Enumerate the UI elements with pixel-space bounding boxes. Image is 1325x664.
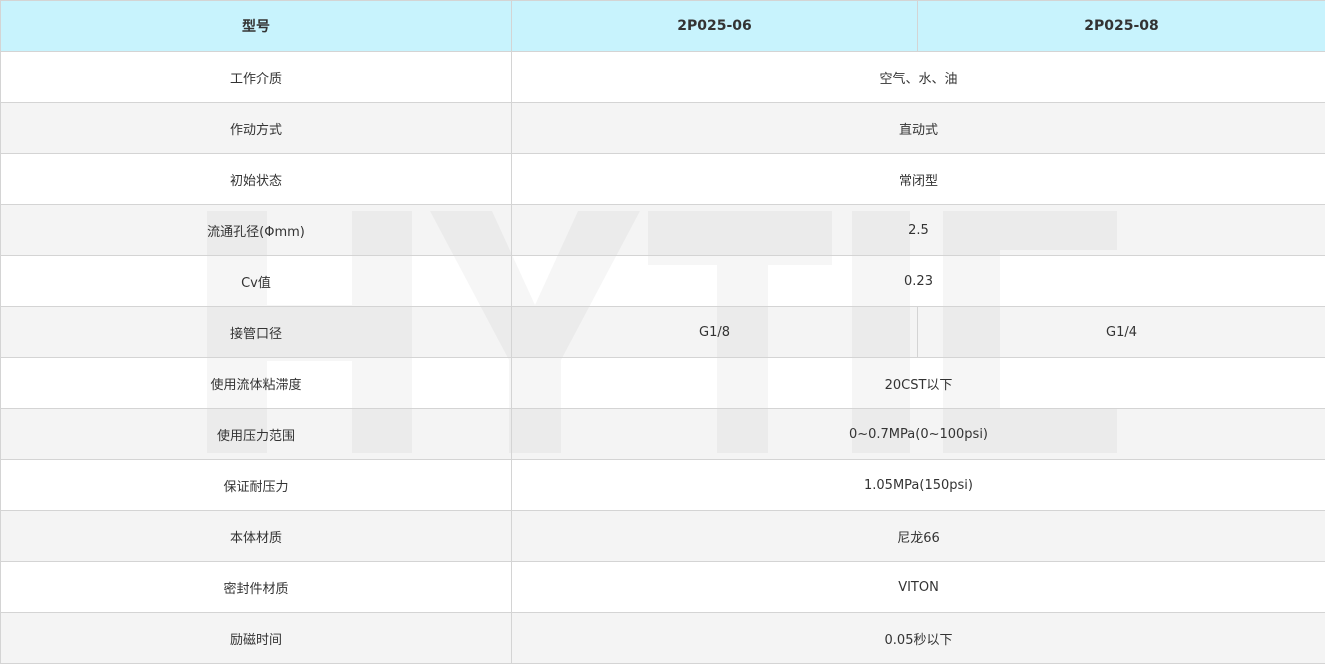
row-label: 密封件材质 bbox=[0, 561, 512, 613]
header-label-cell: 型号 bbox=[0, 0, 512, 52]
row-value: 0~0.7MPa(0~100psi) bbox=[511, 408, 1325, 460]
spec-page: 型号 2P025-06 2P025-08 工作介质 空气、水、油 作动方式 直动… bbox=[0, 0, 1325, 664]
table-row: 作动方式 直动式 bbox=[0, 102, 1325, 154]
row-value: 20CST以下 bbox=[511, 357, 1325, 409]
row-value-model-06: G1/8 bbox=[511, 306, 918, 358]
row-value: VITON bbox=[511, 561, 1325, 613]
table-row: 工作介质 空气、水、油 bbox=[0, 51, 1325, 103]
row-label: 励磁时间 bbox=[0, 612, 512, 664]
spec-table: 型号 2P025-06 2P025-08 工作介质 空气、水、油 作动方式 直动… bbox=[0, 0, 1325, 664]
row-value: 常闭型 bbox=[511, 153, 1325, 205]
table-row: 本体材质 尼龙66 bbox=[0, 510, 1325, 562]
table-row: 初始状态 常闭型 bbox=[0, 153, 1325, 205]
header-model-cell: 2P025-06 bbox=[511, 0, 918, 52]
table-row: 保证耐压力 1.05MPa(150psi) bbox=[0, 459, 1325, 511]
row-value: 0.05秒以下 bbox=[511, 612, 1325, 664]
row-label: 作动方式 bbox=[0, 102, 512, 154]
row-value: 0.23 bbox=[511, 255, 1325, 307]
table-row: 使用流体粘滞度 20CST以下 bbox=[0, 357, 1325, 409]
row-label: 接管口径 bbox=[0, 306, 512, 358]
row-value-model-08: G1/4 bbox=[917, 306, 1325, 358]
row-value: 直动式 bbox=[511, 102, 1325, 154]
table-row: 使用压力范围 0~0.7MPa(0~100psi) bbox=[0, 408, 1325, 460]
row-label: 使用压力范围 bbox=[0, 408, 512, 460]
row-value: 1.05MPa(150psi) bbox=[511, 459, 1325, 511]
row-label: 工作介质 bbox=[0, 51, 512, 103]
row-label: 保证耐压力 bbox=[0, 459, 512, 511]
table-row: 接管口径 G1/8 G1/4 bbox=[0, 306, 1325, 358]
row-value: 空气、水、油 bbox=[511, 51, 1325, 103]
row-value: 2.5 bbox=[511, 204, 1325, 256]
row-label: 流通孔径(Φmm) bbox=[0, 204, 512, 256]
row-label: 初始状态 bbox=[0, 153, 512, 205]
table-row: Cv值 0.23 bbox=[0, 255, 1325, 307]
table-row: 密封件材质 VITON bbox=[0, 561, 1325, 613]
row-label: 本体材质 bbox=[0, 510, 512, 562]
row-label: 使用流体粘滞度 bbox=[0, 357, 512, 409]
row-label: Cv值 bbox=[0, 255, 512, 307]
table-row: 励磁时间 0.05秒以下 bbox=[0, 612, 1325, 664]
table-header-row: 型号 2P025-06 2P025-08 bbox=[0, 0, 1325, 52]
header-model-cell: 2P025-08 bbox=[917, 0, 1325, 52]
row-value: 尼龙66 bbox=[511, 510, 1325, 562]
table-row: 流通孔径(Φmm) 2.5 bbox=[0, 204, 1325, 256]
